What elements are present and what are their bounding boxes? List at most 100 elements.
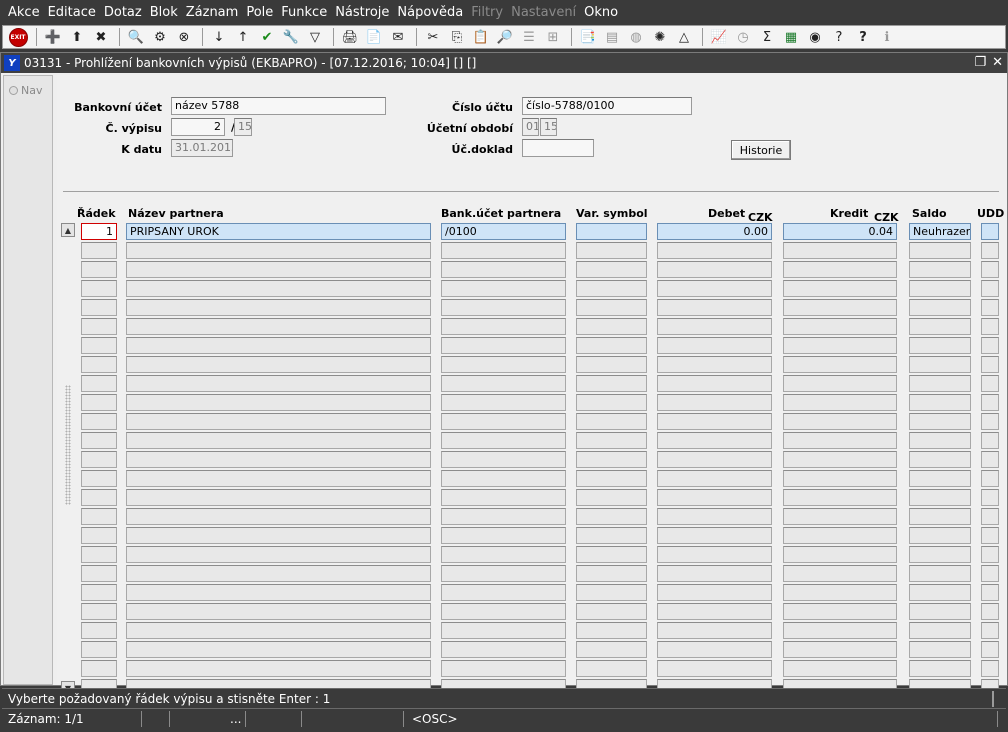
cell-balance[interactable] [909,375,971,392]
cell-udd[interactable] [981,223,999,240]
cell-credit[interactable] [783,622,897,639]
cell-row[interactable] [81,584,117,601]
cell-row[interactable] [81,527,117,544]
cell-credit[interactable] [783,242,897,259]
cell-balance[interactable] [909,451,971,468]
cell-credit[interactable] [783,280,897,297]
cell-debit[interactable] [657,527,772,544]
cell-udd[interactable] [981,565,999,582]
cell-partner-account[interactable] [441,489,566,506]
help-icon[interactable]: ? [852,27,874,47]
cell-credit[interactable] [783,489,897,506]
cell-udd[interactable] [981,641,999,658]
close-window-icon[interactable]: ✕ [992,55,1003,70]
cell-udd[interactable] [981,337,999,354]
cell-var-symbol[interactable] [576,223,647,240]
cell-credit[interactable] [783,432,897,449]
cell-credit[interactable] [783,641,897,658]
cell-partner-name[interactable] [126,299,431,316]
bank-account-field[interactable]: název 5788 [171,97,386,115]
cell-credit[interactable] [783,565,897,582]
cell-balance[interactable] [909,508,971,525]
print-icon[interactable]: 🖨 [339,27,361,47]
cell-partner-account[interactable] [441,318,566,335]
cell-var-symbol[interactable] [576,261,647,278]
cell-balance[interactable] [909,413,971,430]
cell-credit[interactable] [783,394,897,411]
cell-debit[interactable] [657,584,772,601]
cell-udd[interactable] [981,375,999,392]
cell-row[interactable] [81,261,117,278]
cell-credit[interactable] [783,451,897,468]
help-context-icon[interactable]: ? [828,27,850,47]
cell-udd[interactable] [981,356,999,373]
cell-var-symbol[interactable] [576,546,647,563]
cell-row[interactable] [81,603,117,620]
cell-balance[interactable] [909,242,971,259]
account-number-field[interactable]: číslo-5788/0100 [522,97,692,115]
excel-icon[interactable]: ▦ [780,27,802,47]
cell-partner-account[interactable] [441,242,566,259]
cell-debit[interactable] [657,470,772,487]
cell-debit[interactable] [657,261,772,278]
cell-var-symbol[interactable] [576,451,647,468]
cell-row[interactable]: 1 [81,223,117,240]
cell-udd[interactable] [981,527,999,544]
cell-credit[interactable] [783,261,897,278]
cell-udd[interactable] [981,451,999,468]
settings-wheel-icon[interactable]: ✺ [649,27,671,47]
cell-credit[interactable] [783,508,897,525]
cell-balance[interactable] [909,356,971,373]
menu-item-8[interactable]: Nápověda [393,5,467,20]
filter-icon[interactable]: ▽ [304,27,326,47]
cell-row[interactable] [81,546,117,563]
query-cancel-icon[interactable]: ⊗ [173,27,195,47]
warning-icon[interactable]: △ [673,27,695,47]
cell-credit[interactable] [783,584,897,601]
cell-partner-name[interactable] [126,603,431,620]
query-enter-icon[interactable]: 🔍 [125,27,147,47]
exit-button[interactable]: EXIT [7,27,29,47]
cell-partner-name[interactable] [126,280,431,297]
cell-credit[interactable] [783,546,897,563]
cell-credit[interactable]: 0.04 [783,223,897,240]
cell-partner-name[interactable] [126,375,431,392]
cell-var-symbol[interactable] [576,641,647,658]
cell-debit[interactable] [657,432,772,449]
cell-partner-name[interactable] [126,432,431,449]
cell-row[interactable] [81,451,117,468]
cell-partner-name[interactable] [126,318,431,335]
confirm-icon[interactable]: ✔ [256,27,278,47]
cell-udd[interactable] [981,432,999,449]
cell-balance[interactable] [909,527,971,544]
cell-var-symbol[interactable] [576,356,647,373]
cell-partner-name[interactable]: PRIPSANY UROK [126,223,431,240]
cell-balance[interactable] [909,489,971,506]
clipboard-icon[interactable]: 📑 [577,27,599,47]
cell-credit[interactable] [783,299,897,316]
cell-udd[interactable] [981,280,999,297]
cell-debit[interactable] [657,546,772,563]
cell-row[interactable] [81,565,117,582]
cell-var-symbol[interactable] [576,603,647,620]
cell-udd[interactable] [981,584,999,601]
cell-debit[interactable] [657,375,772,392]
cell-partner-account[interactable] [441,546,566,563]
cell-partner-name[interactable] [126,261,431,278]
cell-udd[interactable] [981,318,999,335]
cell-row[interactable] [81,470,117,487]
cell-balance[interactable] [909,318,971,335]
cell-credit[interactable] [783,337,897,354]
cell-partner-account[interactable] [441,280,566,297]
cell-partner-name[interactable] [126,337,431,354]
cell-row[interactable] [81,318,117,335]
cell-balance[interactable] [909,299,971,316]
duplicate-record-icon[interactable]: ⬆ [66,27,88,47]
cell-debit[interactable] [657,489,772,506]
cell-debit[interactable] [657,280,772,297]
cell-partner-name[interactable] [126,508,431,525]
grid-scrollbar[interactable]: ▲ ▼ [61,223,75,697]
menu-item-11[interactable]: Okno [580,5,622,20]
cell-udd[interactable] [981,413,999,430]
sort-descending-icon[interactable]: ↑ [232,27,254,47]
